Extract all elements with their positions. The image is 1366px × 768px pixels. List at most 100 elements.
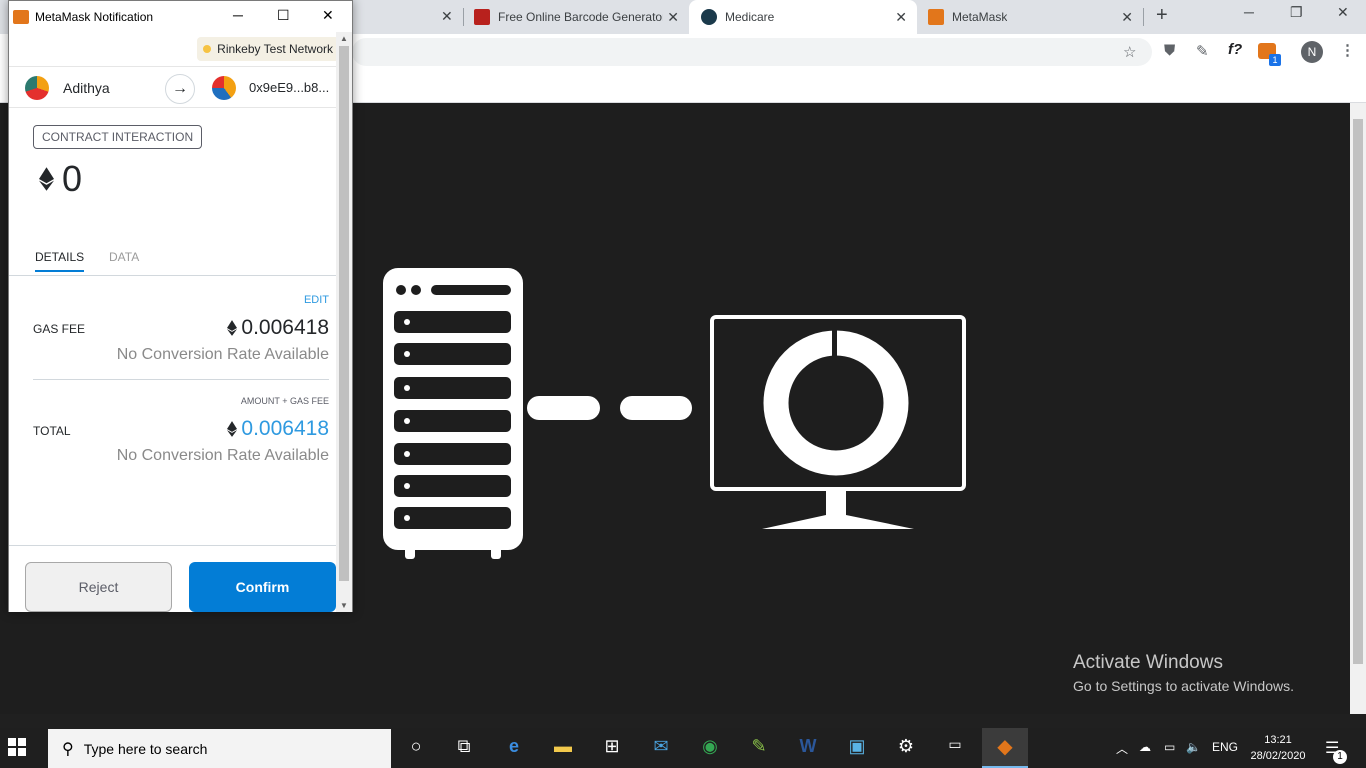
activate-windows-watermark: Activate Windows Go to Settings to activ… [1073,652,1294,694]
popup-title: MetaMask Notification [35,9,154,24]
react-favicon-icon [701,9,717,25]
chevron-up-icon[interactable]: ︿ [1116,740,1128,757]
page-scrollbar-thumb[interactable] [1353,119,1363,664]
close-tab-icon[interactable]: ✕ [667,9,679,26]
close-tab-icon[interactable]: ✕ [895,9,907,26]
profile-avatar[interactable]: N [1301,41,1323,63]
close-window-icon[interactable]: ✕ [322,7,334,24]
activate-title: Activate Windows [1073,652,1223,673]
reject-button[interactable]: Reject [25,562,172,612]
recipient-address[interactable]: 0x9eE9...b8... [249,80,329,95]
new-tab-button[interactable]: + [1156,4,1168,27]
tab-metamask[interactable]: MetaMask ✕ [917,0,1143,34]
metamask-favicon-icon [928,9,944,25]
shield-icon[interactable]: ⛊ [1164,42,1175,59]
total-amount: 0.006418 [241,417,329,440]
edit-gas-link[interactable]: EDIT [304,294,329,306]
word-icon[interactable]: W [795,736,821,760]
tab-data[interactable]: DATA [109,250,139,264]
edge-icon[interactable]: e [501,736,527,760]
extension-badge: 1 [1269,54,1281,66]
sender-avatar [25,76,49,100]
language-indicator[interactable]: ENG [1212,740,1238,754]
gas-fee-label: GAS FEE [33,322,86,336]
eyedropper-icon[interactable]: ✎ [1196,42,1209,60]
metamask-taskbar-icon[interactable]: ◆ [982,728,1028,768]
minimize-icon[interactable]: ─ [233,7,243,23]
amount-value: 0 [62,158,83,199]
menu-icon[interactable]: ⋮ [1340,41,1355,59]
page-scrollbar[interactable] [1350,103,1366,714]
terminal-icon[interactable]: ▭ [942,736,968,760]
clock-date: 28/02/2020 [1250,750,1306,762]
barcode-favicon-icon [474,9,490,25]
gas-fee-amount: 0.006418 [241,316,329,339]
total-label: TOTAL [33,424,71,438]
tab-label: MetaMask [952,10,1008,24]
ether-icon [39,167,54,191]
scroll-down-icon[interactable]: ▼ [340,601,348,610]
tab-details[interactable]: DETAILS [35,250,85,272]
close-tab-icon[interactable]: ✕ [441,8,453,25]
settings-icon[interactable]: ⚙ [893,736,919,760]
tab-medicare[interactable]: Medicare ✕ [689,0,917,34]
volume-icon[interactable]: 🔈 [1186,740,1201,754]
chrome-icon[interactable]: ◉ [697,736,723,760]
address-bar[interactable] [352,38,1152,66]
activate-subtitle: Go to Settings to activate Windows. [1073,678,1294,694]
total-conversion: No Conversion Rate Available [116,447,329,464]
network-indicator[interactable]: Rinkeby Test Network [197,37,337,61]
sender-recipient-row: Adithya → 0x9eE9...b8... [9,66,337,108]
minimize-icon[interactable]: ─ [1244,4,1254,20]
details-tabs: DETAILS DATA [9,242,337,276]
tab-separator [1143,8,1144,26]
taskbar-search[interactable]: ⚲ Type here to search [48,729,391,768]
file-explorer-icon[interactable]: ▬ [550,736,576,760]
popup-scrollbar-thumb[interactable] [339,46,349,581]
windows-start-icon[interactable] [8,738,26,756]
sender-name[interactable]: Adithya [63,80,110,96]
search-placeholder: Type here to search [83,740,208,757]
network-status-icon [203,45,212,53]
close-tab-icon[interactable]: ✕ [1121,9,1133,26]
contract-interaction-badge: CONTRACT INTERACTION [33,125,203,149]
windows-taskbar: ⚲ Type here to search ○ ⧉ e ▬ ⊞ ✉ ◉ ✎ W … [0,728,1366,768]
clock-time: 13:21 [1264,734,1292,746]
network-label: Rinkeby Test Network [217,42,333,56]
close-window-icon[interactable]: ✕ [1337,4,1349,21]
battery-icon[interactable]: ▭ [1164,740,1175,754]
ether-icon [227,320,238,336]
formula-icon[interactable]: f? [1228,41,1242,58]
recipient-avatar [212,76,236,100]
tab-label: Medicare [725,10,775,24]
mail-icon[interactable]: ✉ [648,736,674,760]
gas-fee-value: 0.006418 [227,316,329,340]
store-icon[interactable]: ⊞ [599,736,625,760]
restore-icon[interactable]: ❐ [1290,4,1303,21]
gas-fee-conversion: No Conversion Rate Available [116,346,329,363]
popup-titlebar[interactable]: MetaMask Notification ─ ☐ ✕ [9,1,352,32]
divider [33,379,329,380]
cortana-icon[interactable]: ○ [403,736,429,760]
scroll-up-icon[interactable]: ▲ [340,34,348,43]
confirm-transaction-panel: Rinkeby Test Network Adithya → 0x9eE9...… [9,32,337,612]
onedrive-icon[interactable]: ☁ [1139,740,1151,754]
transaction-amount: 0 [39,158,82,200]
tab-barcode[interactable]: Free Online Barcode Generator ✕ [464,0,689,34]
system-clock[interactable]: 13:21 28/02/2020 [1248,732,1308,764]
metamask-notification-window: MetaMask Notification ─ ☐ ✕ Rinkeby Test… [8,0,353,612]
notification-badge: 1 [1333,750,1347,764]
control-panel-icon[interactable]: ▣ [844,736,870,760]
total-header: AMOUNT + GAS FEE [240,396,329,406]
task-view-icon[interactable]: ⧉ [451,736,477,760]
total-value: 0.006418 [227,417,329,441]
ether-icon [227,421,238,437]
notepad-plus-icon[interactable]: ✎ [746,736,772,760]
popup-scrollbar[interactable]: ▲ ▼ [336,32,352,612]
search-icon: ⚲ [62,740,74,758]
metamask-fox-icon [13,9,29,24]
arrow-right-icon: → [165,74,195,104]
maximize-icon[interactable]: ☐ [277,7,290,24]
star-icon[interactable]: ☆ [1123,43,1136,61]
confirm-button[interactable]: Confirm [189,562,336,612]
